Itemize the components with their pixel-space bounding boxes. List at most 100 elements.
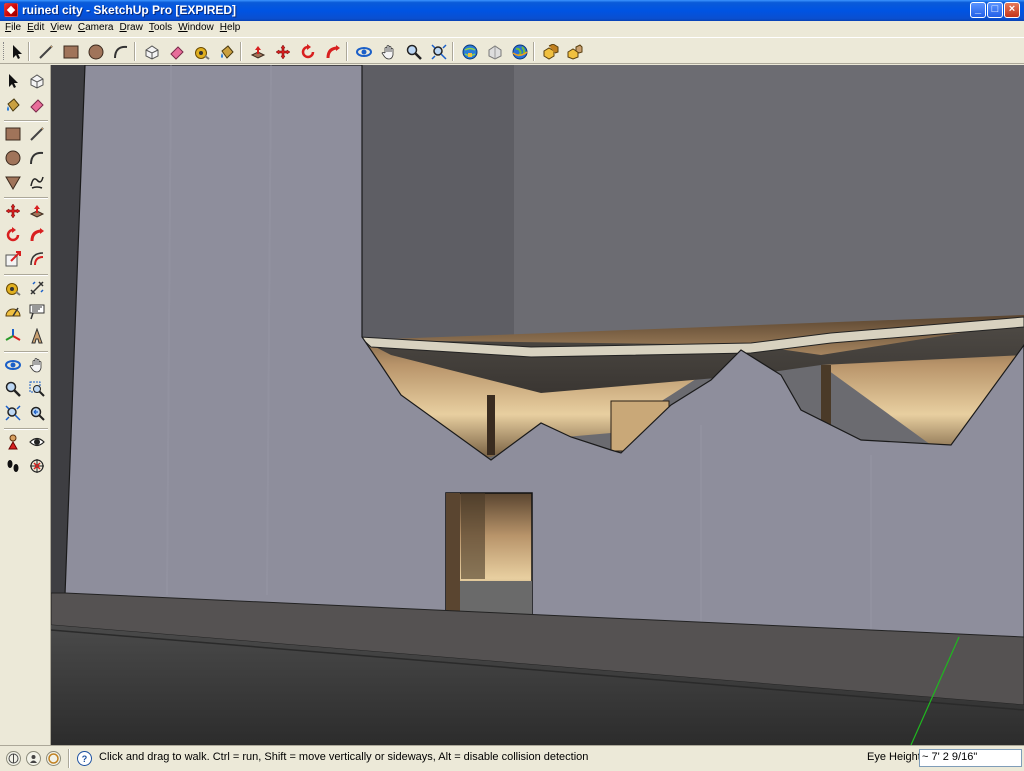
share-model-button[interactable] (484, 41, 505, 62)
menu-draw[interactable]: Draw (118, 21, 147, 37)
zoom-extents-button[interactable] (428, 41, 449, 62)
dimension-tool-button[interactable] (26, 277, 48, 299)
make-component-button[interactable] (26, 70, 48, 92)
close-button[interactable]: × (1004, 2, 1020, 18)
status-separator (68, 749, 70, 768)
google-earth-button[interactable] (509, 41, 530, 62)
sign-in-icon[interactable] (46, 751, 61, 766)
follow-me-button[interactable] (322, 41, 343, 62)
circle-tool-button[interactable] (85, 41, 106, 62)
look-around-button[interactable] (26, 431, 48, 453)
orbit-tool-button[interactable] (353, 41, 374, 62)
get-models-button[interactable] (459, 41, 480, 62)
menu-help[interactable]: Help (219, 21, 246, 37)
section-plane-button[interactable] (26, 455, 48, 477)
toolbar-separator (28, 42, 30, 61)
rectangle-tool-button[interactable] (60, 41, 81, 62)
paint-bucket-button[interactable] (216, 41, 237, 62)
geo-location-icon[interactable] (6, 751, 21, 766)
drawing-viewport[interactable] (51, 65, 1024, 745)
freehand-tool-button[interactable] (26, 171, 48, 193)
position-camera-button[interactable] (2, 431, 24, 453)
move-tool-button[interactable] (272, 41, 293, 62)
toolbar-separator (533, 42, 535, 61)
paint-bucket-button[interactable] (2, 94, 24, 116)
minimize-button[interactable]: _ (970, 2, 986, 18)
3d-text-tool-button[interactable] (26, 325, 48, 347)
make-component-button[interactable] (141, 41, 162, 62)
large-tool-set (0, 65, 51, 745)
components-button[interactable] (564, 41, 585, 62)
text-tool-button[interactable] (26, 301, 48, 323)
line-tool-button[interactable] (26, 123, 48, 145)
zoom-extents-button[interactable] (2, 402, 24, 424)
make-component-alt-button[interactable] (540, 41, 561, 62)
circle-tool-button[interactable] (2, 147, 24, 169)
credits-icon[interactable] (26, 751, 41, 766)
orbit-icon (5, 360, 21, 370)
toolbar-separator (240, 42, 242, 61)
protractor-tool-button[interactable] (2, 301, 24, 323)
make-component-icon (145, 44, 158, 60)
previous-view-button[interactable] (26, 402, 48, 424)
orbit-tool-button[interactable] (2, 354, 24, 376)
pan-tool-button[interactable] (378, 41, 399, 62)
section-plane-icon (30, 459, 44, 473)
text-icon (29, 304, 45, 320)
toolbar-separator (346, 42, 348, 61)
circle-icon (5, 150, 21, 166)
arc-tool-button[interactable] (26, 147, 48, 169)
follow-me-button[interactable] (26, 224, 48, 246)
select-tool-button[interactable] (2, 70, 24, 92)
rotate-tool-button[interactable] (2, 224, 24, 246)
offset-icon (30, 252, 44, 266)
paint-bucket-icon (220, 44, 234, 59)
menu-camera[interactable]: Camera (77, 21, 119, 37)
rectangle-tool-button[interactable] (2, 123, 24, 145)
main-toolbar (0, 37, 1024, 64)
dimension-icon (30, 281, 44, 295)
axes-tool-button[interactable] (2, 325, 24, 347)
title-bar[interactable]: ruined city - SketchUp Pro [EXPIRED] _ □… (0, 0, 1024, 21)
move-icon (5, 203, 21, 219)
zoom-window-button[interactable] (26, 378, 48, 400)
push-pull-button[interactable] (247, 41, 268, 62)
arc-tool-button[interactable] (110, 41, 131, 62)
eraser-tool-button[interactable] (26, 94, 48, 116)
polygon-tool-button[interactable] (2, 171, 24, 193)
measurements-input[interactable]: ~ 7' 2 9/16" (919, 749, 1022, 767)
toolbar-separator (4, 120, 48, 122)
toolbar-separator (134, 42, 136, 61)
status-bar: ? Click and drag to walk. Ctrl = run, Sh… (0, 745, 1024, 771)
instructor-help-icon[interactable]: ? (77, 751, 92, 766)
menu-view[interactable]: View (49, 21, 77, 37)
push-pull-button[interactable] (26, 200, 48, 222)
zoom-tool-button[interactable] (2, 378, 24, 400)
move-icon (275, 44, 290, 59)
menu-tools[interactable]: Tools (148, 21, 177, 37)
menu-edit[interactable]: Edit (26, 21, 49, 37)
eraser-tool-button[interactable] (166, 41, 187, 62)
walk-tool-button[interactable] (2, 455, 24, 477)
select-tool-button[interactable] (6, 41, 27, 62)
menu-window[interactable]: Window (177, 21, 219, 37)
rotate-tool-button[interactable] (297, 41, 318, 62)
offset-tool-button[interactable] (26, 248, 48, 270)
toolbar-separator (452, 42, 454, 61)
tape-measure-button[interactable] (191, 41, 212, 62)
scale-tool-button[interactable] (2, 248, 24, 270)
sketchup-app-icon[interactable] (4, 3, 18, 17)
zoom-tool-button[interactable] (403, 41, 424, 62)
door-floor (460, 581, 532, 615)
tape-measure-button[interactable] (2, 277, 24, 299)
share-model-icon (488, 44, 501, 60)
line-tool-button[interactable] (35, 41, 56, 62)
menu-file[interactable]: File (4, 21, 26, 37)
maximize-button[interactable]: □ (987, 2, 1003, 18)
move-tool-button[interactable] (2, 200, 24, 222)
pan-tool-button[interactable] (26, 354, 48, 376)
menu-bar: File Edit View Camera Draw Tools Window … (0, 21, 1024, 37)
zoom-icon (406, 44, 422, 60)
rotate-icon (6, 227, 20, 242)
toolbar-separator (4, 428, 48, 430)
